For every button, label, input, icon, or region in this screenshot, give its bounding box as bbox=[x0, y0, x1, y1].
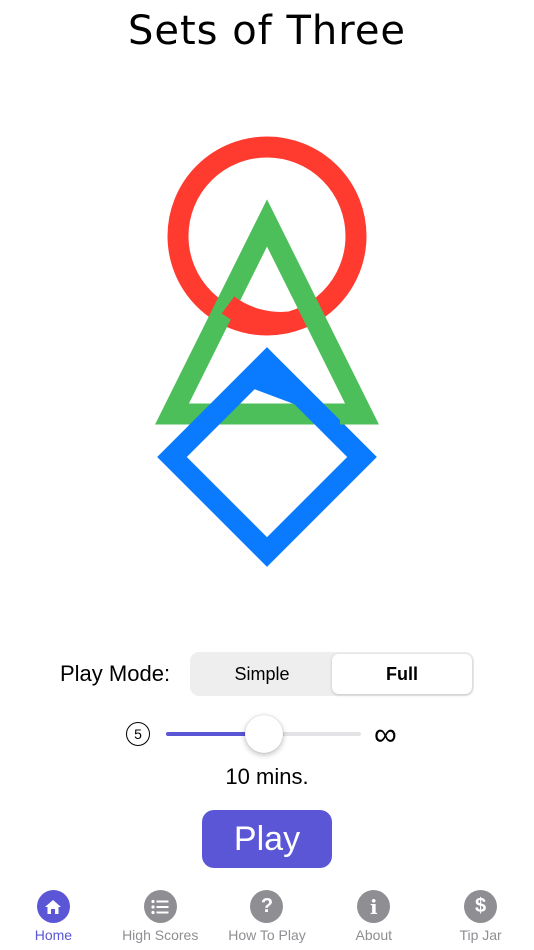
house-icon bbox=[36, 890, 70, 923]
play-mode-segmented-control[interactable]: Simple Full bbox=[190, 652, 474, 696]
time-slider[interactable] bbox=[166, 715, 361, 753]
tab-how-to-play[interactable]: ? How To Play bbox=[214, 885, 321, 950]
dollar-icon: $ bbox=[464, 890, 498, 923]
time-slider-thumb[interactable] bbox=[244, 715, 283, 753]
play-mode-option-simple[interactable]: Simple bbox=[192, 654, 332, 694]
play-mode-label: Play Mode: bbox=[60, 661, 171, 686]
tab-label: Tip Jar bbox=[459, 927, 502, 943]
info-icon: i bbox=[357, 890, 391, 923]
tab-high-scores[interactable]: High Scores bbox=[107, 885, 214, 950]
logo-interlocking-shapes bbox=[155, 136, 379, 567]
tab-label: High Scores bbox=[122, 927, 199, 943]
tab-home[interactable]: Home bbox=[0, 885, 107, 950]
tab-tip-jar[interactable]: $ Tip Jar bbox=[427, 885, 534, 950]
play-mode-row: Play Mode: Simple Full bbox=[60, 652, 474, 696]
list-icon bbox=[143, 890, 177, 923]
time-slider-row: 5 ∞ bbox=[126, 714, 410, 754]
tab-about[interactable]: i About bbox=[320, 885, 427, 950]
duration-label: 10 mins. bbox=[225, 764, 309, 789]
infinity-icon: ∞ bbox=[374, 716, 397, 752]
tab-bar: Home High Scores ? How To Play i About $… bbox=[0, 885, 534, 950]
tab-label: Home bbox=[34, 927, 73, 943]
play-button[interactable]: Play bbox=[202, 810, 332, 868]
page-title: Sets of Three bbox=[127, 8, 407, 54]
question-icon: ? bbox=[250, 890, 284, 923]
tab-label: About bbox=[355, 927, 393, 943]
five-minute-icon: 5 bbox=[126, 722, 150, 746]
tab-label: How To Play bbox=[228, 927, 306, 943]
play-mode-option-full[interactable]: Full bbox=[332, 654, 472, 694]
